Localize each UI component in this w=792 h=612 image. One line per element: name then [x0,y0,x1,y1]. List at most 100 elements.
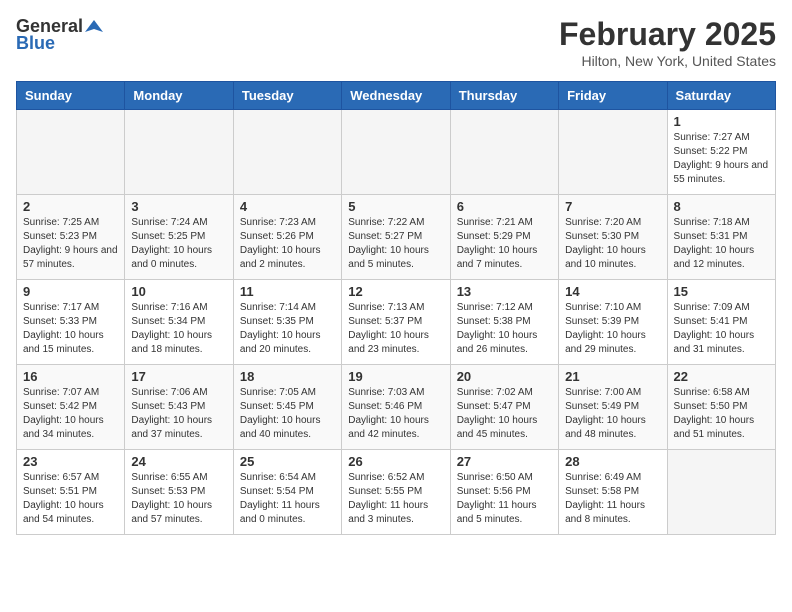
day-info: Sunrise: 7:00 AM Sunset: 5:49 PM Dayligh… [565,386,660,442]
calendar-cell: 16 Sunrise: 7:07 AM Sunset: 5:42 PM Dayli… [17,365,125,450]
week-row-4: 16 Sunrise: 7:07 AM Sunset: 5:42 PM Dayli… [17,365,776,450]
calendar-cell: 18Sunrise: 7:05 AM Sunset: 5:45 PM Dayli… [233,365,341,450]
day-info: Sunrise: 7:24 AM Sunset: 5:25 PM Dayligh… [131,216,226,272]
logo-bird-icon [85,18,103,36]
day-header-saturday: Saturday [667,82,775,110]
day-number: 1 [674,114,769,129]
calendar-cell [559,110,667,195]
day-info: Sunrise: 7:23 AM Sunset: 5:26 PM Dayligh… [240,216,335,272]
day-header-monday: Monday [125,82,233,110]
day-number: 4 [240,199,335,214]
day-info: Sunrise: 7:17 AM Sunset: 5:33 PM Dayligh… [23,301,118,357]
calendar-cell: 14 Sunrise: 7:10 AM Sunset: 5:39 PM Dayli… [559,280,667,365]
calendar-cell: 4 Sunrise: 7:23 AM Sunset: 5:26 PM Daylig… [233,195,341,280]
day-number: 14 [565,284,660,299]
day-number: 15 [674,284,769,299]
day-header-tuesday: Tuesday [233,82,341,110]
day-number: 24 [131,454,226,469]
calendar-cell: 15 Sunrise: 7:09 AM Sunset: 5:41 PM Dayli… [667,280,775,365]
day-number: 8 [674,199,769,214]
day-info: Sunrise: 7:02 AM Sunset: 5:47 PM Dayligh… [457,386,552,442]
calendar-cell: 23Sunrise: 6:57 AM Sunset: 5:51 PM Dayli… [17,450,125,535]
calendar-cell [667,450,775,535]
calendar-cell [233,110,341,195]
day-info: Sunrise: 7:22 AM Sunset: 5:27 PM Dayligh… [348,216,443,272]
logo: General Blue [16,16,103,54]
day-header-sunday: Sunday [17,82,125,110]
day-number: 3 [131,199,226,214]
page-header: General Blue February 2025 Hilton, New Y… [16,16,776,69]
day-info: Sunrise: 7:12 AM Sunset: 5:38 PM Dayligh… [457,301,552,357]
calendar-subtitle: Hilton, New York, United States [559,53,776,69]
calendar-cell: 26 Sunrise: 6:52 AM Sunset: 5:55 PM Dayli… [342,450,450,535]
calendar-cell [450,110,558,195]
day-number: 22 [674,369,769,384]
calendar-title: February 2025 [559,16,776,53]
day-header-thursday: Thursday [450,82,558,110]
day-number: 18 [240,369,335,384]
calendar-cell: 6 Sunrise: 7:21 AM Sunset: 5:29 PM Daylig… [450,195,558,280]
day-info: Sunrise: 7:03 AM Sunset: 5:46 PM Dayligh… [348,386,443,442]
day-number: 21 [565,369,660,384]
day-info: Sunrise: 7:20 AM Sunset: 5:30 PM Dayligh… [565,216,660,272]
calendar-cell: 20 Sunrise: 7:02 AM Sunset: 5:47 PM Dayli… [450,365,558,450]
calendar-cell: 24Sunrise: 6:55 AM Sunset: 5:53 PM Dayli… [125,450,233,535]
day-number: 9 [23,284,118,299]
day-number: 16 [23,369,118,384]
calendar-cell: 21 Sunrise: 7:00 AM Sunset: 5:49 PM Dayli… [559,365,667,450]
day-number: 7 [565,199,660,214]
day-number: 10 [131,284,226,299]
title-section: February 2025 Hilton, New York, United S… [559,16,776,69]
day-info: Sunrise: 6:49 AM Sunset: 5:58 PM Dayligh… [565,471,660,527]
calendar-table: SundayMondayTuesdayWednesdayThursdayFrid… [16,81,776,535]
day-number: 27 [457,454,552,469]
calendar-cell [125,110,233,195]
day-number: 28 [565,454,660,469]
calendar-cell: 8 Sunrise: 7:18 AM Sunset: 5:31 PM Daylig… [667,195,775,280]
calendar-cell: 2 Sunrise: 7:25 AM Sunset: 5:23 PM Daylig… [17,195,125,280]
calendar-cell: 19Sunrise: 7:03 AM Sunset: 5:46 PM Dayli… [342,365,450,450]
day-number: 26 [348,454,443,469]
week-row-5: 23Sunrise: 6:57 AM Sunset: 5:51 PM Dayli… [17,450,776,535]
day-info: Sunrise: 7:06 AM Sunset: 5:43 PM Dayligh… [131,386,226,442]
day-info: Sunrise: 7:10 AM Sunset: 5:39 PM Dayligh… [565,301,660,357]
calendar-cell: 12 Sunrise: 7:13 AM Sunset: 5:37 PM Dayli… [342,280,450,365]
day-info: Sunrise: 7:21 AM Sunset: 5:29 PM Dayligh… [457,216,552,272]
day-info: Sunrise: 7:09 AM Sunset: 5:41 PM Dayligh… [674,301,769,357]
calendar-cell [342,110,450,195]
day-info: Sunrise: 7:13 AM Sunset: 5:37 PM Dayligh… [348,301,443,357]
day-number: 17 [131,369,226,384]
calendar-header-row: SundayMondayTuesdayWednesdayThursdayFrid… [17,82,776,110]
day-header-wednesday: Wednesday [342,82,450,110]
day-info: Sunrise: 7:27 AM Sunset: 5:22 PM Dayligh… [674,131,769,187]
day-number: 11 [240,284,335,299]
calendar-cell: 27 Sunrise: 6:50 AM Sunset: 5:56 PM Dayli… [450,450,558,535]
day-info: Sunrise: 6:50 AM Sunset: 5:56 PM Dayligh… [457,471,552,527]
calendar-cell: 9 Sunrise: 7:17 AM Sunset: 5:33 PM Daylig… [17,280,125,365]
week-row-3: 9 Sunrise: 7:17 AM Sunset: 5:33 PM Daylig… [17,280,776,365]
day-info: Sunrise: 6:57 AM Sunset: 5:51 PM Dayligh… [23,471,118,527]
calendar-cell: 7 Sunrise: 7:20 AM Sunset: 5:30 PM Daylig… [559,195,667,280]
day-info: Sunrise: 6:52 AM Sunset: 5:55 PM Dayligh… [348,471,443,527]
calendar-cell [17,110,125,195]
calendar-cell: 25 Sunrise: 6:54 AM Sunset: 5:54 PM Dayli… [233,450,341,535]
day-number: 2 [23,199,118,214]
day-info: Sunrise: 6:58 AM Sunset: 5:50 PM Dayligh… [674,386,769,442]
week-row-1: 1 Sunrise: 7:27 AM Sunset: 5:22 PM Daylig… [17,110,776,195]
day-info: Sunrise: 7:18 AM Sunset: 5:31 PM Dayligh… [674,216,769,272]
day-number: 25 [240,454,335,469]
day-info: Sunrise: 6:54 AM Sunset: 5:54 PM Dayligh… [240,471,335,527]
day-info: Sunrise: 7:16 AM Sunset: 5:34 PM Dayligh… [131,301,226,357]
day-number: 20 [457,369,552,384]
day-number: 12 [348,284,443,299]
day-number: 6 [457,199,552,214]
calendar-cell: 17 Sunrise: 7:06 AM Sunset: 5:43 PM Dayli… [125,365,233,450]
day-info: Sunrise: 7:07 AM Sunset: 5:42 PM Dayligh… [23,386,118,442]
calendar-cell: 28 Sunrise: 6:49 AM Sunset: 5:58 PM Dayli… [559,450,667,535]
day-info: Sunrise: 7:25 AM Sunset: 5:23 PM Dayligh… [23,216,118,272]
day-info: Sunrise: 7:14 AM Sunset: 5:35 PM Dayligh… [240,301,335,357]
calendar-cell: 5 Sunrise: 7:22 AM Sunset: 5:27 PM Daylig… [342,195,450,280]
day-number: 5 [348,199,443,214]
calendar-cell: 22 Sunrise: 6:58 AM Sunset: 5:50 PM Dayli… [667,365,775,450]
calendar-cell: 1 Sunrise: 7:27 AM Sunset: 5:22 PM Daylig… [667,110,775,195]
